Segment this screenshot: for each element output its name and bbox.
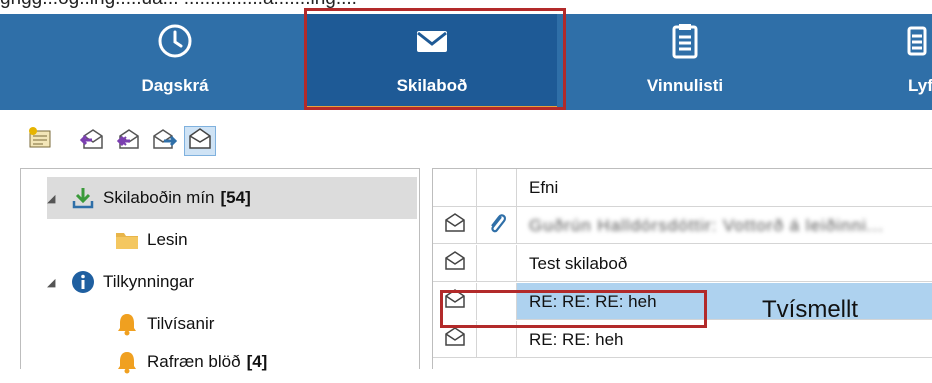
clock-icon <box>154 20 196 67</box>
message-list: Efni Guðrún Halldórsdóttir: Vottorð á le… <box>432 168 932 369</box>
list-item-subject: Guðrún Halldórsdóttir: Vottorð á leiðinn… <box>529 216 884 235</box>
reply-all-button[interactable] <box>112 126 144 156</box>
envelope-icon <box>444 251 466 276</box>
list-item-subject: RE: RE: RE: heh <box>529 292 657 311</box>
download-icon <box>71 186 95 210</box>
forward-button[interactable] <box>148 126 180 156</box>
unread-count: [4] <box>246 352 268 371</box>
tree-item-label: Tilvísanir <box>147 314 215 333</box>
header-cell-read[interactable] <box>433 169 477 206</box>
list-item[interactable]: Test skilaboð <box>433 245 932 282</box>
expand-caret-icon[interactable]: ◢ <box>47 276 61 289</box>
reply-button[interactable] <box>76 126 108 156</box>
list-item-subject: RE: RE: heh <box>529 330 624 349</box>
tree-item-label: Skilaboðin mín <box>103 188 215 207</box>
tree-item-label: Lesin <box>147 230 188 249</box>
reply-icon <box>78 126 106 157</box>
tab-skilabod[interactable]: Skilaboð <box>307 14 557 110</box>
tree-item-tilkynningar[interactable]: ◢ Tilkynningar <box>47 261 194 303</box>
bell-icon <box>115 312 139 336</box>
list-header: Efni <box>433 169 932 207</box>
list-icon <box>903 20 932 67</box>
envelope-icon <box>444 327 466 352</box>
paperclip-icon <box>487 211 507 240</box>
envelope-icon <box>444 289 466 314</box>
bell-icon <box>115 350 139 374</box>
new-message-icon <box>27 126 53 157</box>
forward-icon <box>150 126 178 157</box>
tab-lyfjaen[interactable]: Lyfjaen <box>812 14 932 110</box>
tab-label: Vinnulisti <box>646 76 724 95</box>
cropped-top-text: grigg...og..ing.....ua... ..............… <box>0 0 932 14</box>
tree-item-skilabodin-min[interactable]: ◢ Skilaboðin mín [54] <box>47 177 417 219</box>
annotation-double-click: Tvísmellt <box>762 296 858 323</box>
envelope-icon <box>411 20 453 67</box>
folder-tree: ◢ Skilaboðin mín [54] Lesin ◢ Tilkynning… <box>20 168 420 374</box>
new-message-button[interactable] <box>24 126 56 156</box>
tree-item-label: Rafræn blöð <box>147 352 241 371</box>
tab-dagskra[interactable]: Dagskrá <box>50 14 300 110</box>
tab-label: Skilaboð <box>396 76 468 95</box>
tree-item-tilvisanir[interactable]: Tilvísanir <box>115 303 214 345</box>
header-cell-attachment[interactable] <box>477 169 517 206</box>
folder-icon <box>115 228 139 252</box>
tree-item-label: Tilkynningar <box>103 272 195 291</box>
reply-all-icon <box>114 126 142 157</box>
list-item[interactable]: Guðrún Halldórsdóttir: Vottorð á leiðinn… <box>433 207 932 244</box>
unread-count: [54] <box>220 188 251 207</box>
tree-item-rafraen-blod[interactable]: Rafræn blöð [4] <box>115 341 267 383</box>
info-icon <box>71 270 95 294</box>
open-envelope-icon <box>187 127 213 156</box>
clipboard-icon <box>664 20 706 67</box>
envelope-icon <box>444 213 466 238</box>
header-subject[interactable]: Efni <box>529 169 558 206</box>
ribbon-bar: Dagskrá Skilaboð Vinnulisti Lyfjaen <box>0 14 932 110</box>
tab-label: Dagskrá <box>141 76 209 95</box>
mark-read-button[interactable] <box>184 126 216 156</box>
selected-tab-underline <box>307 106 557 110</box>
list-item[interactable]: RE: RE: heh <box>433 321 932 358</box>
expand-caret-icon[interactable]: ◢ <box>47 192 61 205</box>
tab-label: Lyfjaen <box>908 76 932 95</box>
tab-vinnulisti[interactable]: Vinnulisti <box>560 14 810 110</box>
list-item-subject: Test skilaboð <box>529 254 628 273</box>
tree-item-lesin[interactable]: Lesin <box>115 219 188 261</box>
